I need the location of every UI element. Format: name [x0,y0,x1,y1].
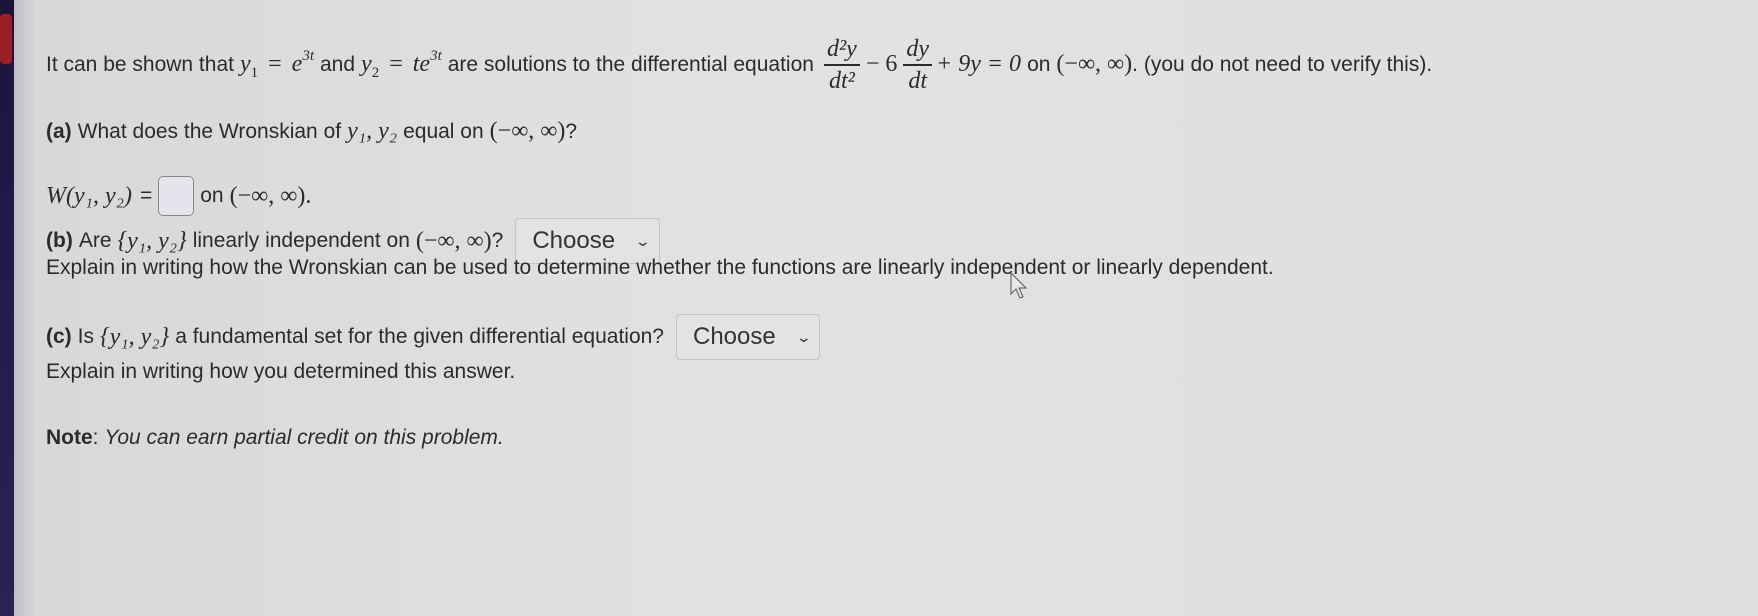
part-b-interval: (−∞, ∞) [415,227,492,254]
intro-statement: It can be shown that y1 = e3t and y2 = t… [46,34,1432,96]
part-a-vars: y₁, y₂ [347,118,398,144]
part-b-set: {y₁, y₂} [117,227,187,254]
part-a-interval: (−∞, ∞) [489,118,566,144]
problem-page: It can be shown that y1 = e3t and y2 = t… [34,0,1758,616]
note-label: Note [46,426,93,449]
part-b-label: (b) [46,229,73,252]
note-text: You can earn partial credit on this prob… [104,426,504,449]
interval: (−∞, ∞) [1056,51,1133,78]
wronskian-label: W(y₁, y₂) [46,182,132,209]
y1-value: e3t [291,48,314,78]
equals-sign: = [268,51,282,78]
first-derivative-fraction: dy dt [903,34,933,96]
part-a-question: (a) What does the Wronskian of y₁, y₂ eq… [46,118,577,145]
part-c-question: (c) Is {y₁, y₂} a fundamental set for th… [46,314,821,360]
part-c-set: {y₁, y₂} [100,323,170,350]
question-mark: ? [491,229,504,252]
wronskian-answer-input[interactable] [158,176,195,216]
y1-symbol: y1 [239,51,259,82]
part-a-text-end: equal on [403,119,484,143]
equals-sign: = [139,184,153,207]
part-b-text-mid: linearly independent on [192,229,410,252]
equals-sign: = [389,51,403,78]
part-a-label: (a) [46,119,72,143]
background-window-strip [0,0,14,616]
note: Note : You can earn partial credit on th… [46,426,504,450]
part-c-explain-text: Explain in writing how you determined th… [46,360,516,383]
part-b-explain: Explain in writing how the Wronskian can… [46,256,1274,280]
page-edge [14,0,34,616]
on-text: on [200,184,224,207]
equation-tail: + 9y = 0 [936,51,1022,78]
intro-text: It can be shown that [46,52,234,76]
chevron-down-icon: ⌄ [634,232,652,249]
part-c-text: Is [77,325,95,348]
part-c-explain: Explain in writing how you determined th… [46,360,515,384]
part-b-explain-text: Explain in writing how the Wronskian can… [46,256,1274,279]
intro-suffix: . (you do not need to verify this). [1132,52,1433,76]
select-value: Choose [693,323,776,350]
part-a-text: What does the Wronskian of [77,119,342,143]
part-c-label: (c) [46,325,72,348]
on-text: on [1027,52,1051,76]
and-text: and [320,52,356,76]
wronskian-interval: (−∞, ∞). [229,182,312,209]
second-derivative-fraction: d²y dt² [823,34,860,96]
part-b-text: Are [78,229,112,252]
part-c-select[interactable]: Choose ⌄ [676,314,821,360]
question-mark: ? [565,119,578,143]
note-colon: : [92,426,99,449]
chevron-down-icon: ⌄ [795,328,812,345]
background-app-icon [0,14,12,64]
intro-middle-text: are solutions to the differential equati… [447,52,814,76]
y2-value: te3t [412,48,442,78]
y2-symbol: y2 [361,51,380,82]
select-value: Choose [532,227,616,254]
mouse-cursor-icon [1010,272,1028,299]
part-c-text-mid: a fundamental set for the given differen… [175,325,664,348]
wronskian-answer-row: W(y₁, y₂) = on (−∞, ∞). [46,176,311,216]
minus-six: − 6 [865,51,898,78]
